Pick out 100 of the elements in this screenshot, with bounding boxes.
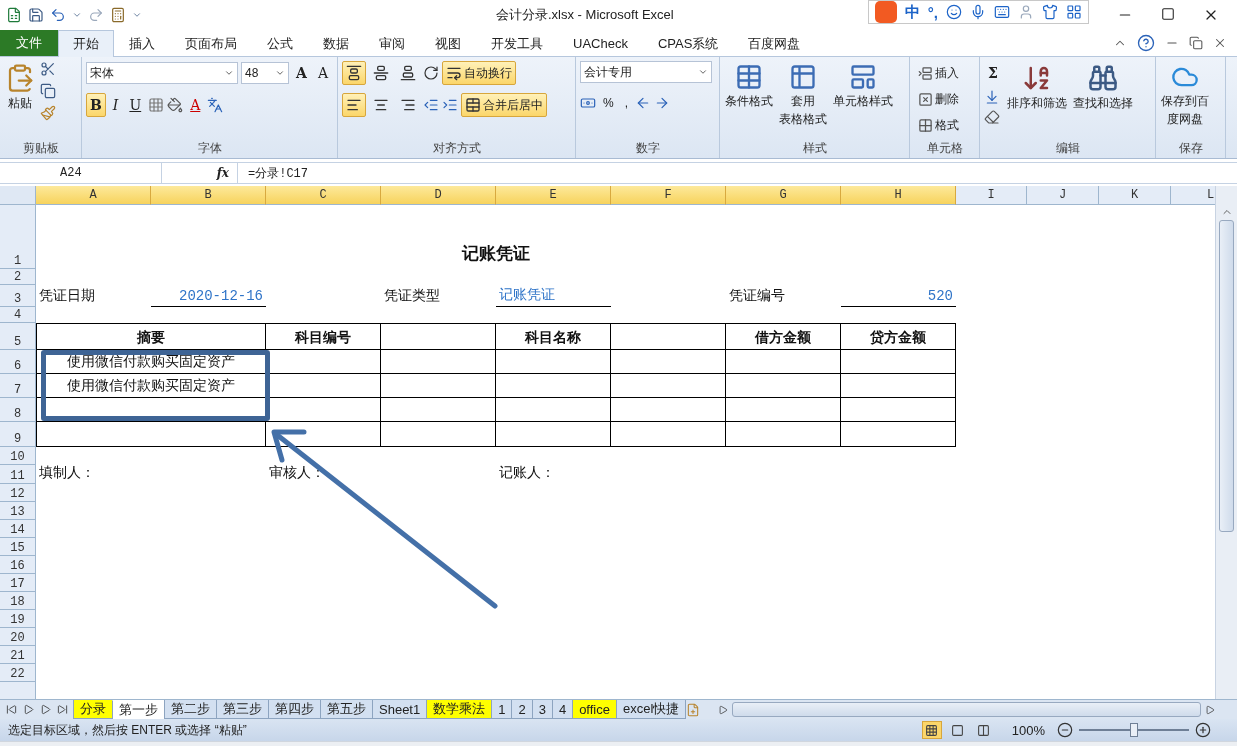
increase-decimal-icon[interactable] [635,95,651,111]
sheet-tab[interactable]: 2 [511,700,533,719]
merge-center-button[interactable]: 合并后居中 [461,93,547,117]
row-header[interactable]: 12 [0,484,36,502]
row-header[interactable]: 14 [0,520,36,538]
row-header[interactable]: 18 [0,592,36,610]
column-header[interactable]: H [841,186,956,205]
row-header[interactable]: 17 [0,574,36,592]
fill-icon[interactable] [984,89,1000,105]
phonetic-icon[interactable] [207,97,224,113]
language-toggle[interactable]: 中 [904,2,920,22]
ribbon-tab[interactable]: 开始 [58,30,114,57]
ribbon-tab[interactable]: 数据 [308,30,364,56]
grow-font-button[interactable]: A [292,61,311,85]
underline-button[interactable]: U [125,93,146,117]
zoom-out-icon[interactable] [1057,722,1073,738]
row-header[interactable]: 19 [0,610,36,628]
column-header[interactable]: C [266,186,381,205]
dropdown-icon[interactable] [72,10,82,20]
ribbon-tab[interactable]: 审阅 [364,30,420,56]
paste-button[interactable]: 粘贴 [4,61,36,113]
sheet-tab[interactable]: 数学乘法 [426,700,493,719]
help-icon[interactable] [1137,34,1155,52]
next-sheet-icon[interactable] [40,704,51,715]
find-select-button[interactable]: 查找和选择 [1071,61,1134,113]
row-header[interactable]: 4 [0,307,36,323]
column-header[interactable]: L [1171,186,1215,205]
autosum-button[interactable]: Σ [984,61,1002,85]
bold-button[interactable]: B [86,93,106,117]
row-header[interactable]: 6 [0,350,36,374]
dropdown-icon[interactable] [698,67,708,77]
row-header[interactable]: 16 [0,556,36,574]
sheet-tab[interactable]: 3 [531,700,553,719]
save-icon[interactable] [28,7,44,23]
cell-command-button[interactable]: 插入 [914,61,963,85]
first-sheet-icon[interactable] [6,704,17,715]
horizontal-align-button[interactable] [342,93,366,117]
smiley-icon[interactable] [945,4,962,20]
number-format-field[interactable]: 会计专用 [580,61,712,83]
row-header[interactable]: 9 [0,422,36,447]
grid-icon[interactable] [1065,4,1082,20]
ribbon-tab[interactable]: 插入 [114,30,170,56]
zoom-slider-thumb[interactable] [1130,723,1138,737]
column-header[interactable]: B [151,186,266,205]
italic-button[interactable]: I [108,93,123,117]
shrink-font-button[interactable]: A [313,61,332,85]
view-button[interactable] [921,721,942,739]
row-header[interactable]: 1 [0,205,36,269]
vertical-align-button[interactable] [342,61,366,85]
row-header[interactable]: 20 [0,628,36,646]
column-header[interactable]: D [381,186,496,205]
row-header[interactable]: 22 [0,664,36,682]
sheet-tab[interactable]: 第一步 [112,699,165,720]
sheet-tab[interactable]: 分录 [73,700,113,719]
style-button[interactable]: 单元格样式 [832,61,894,111]
cell-command-button[interactable]: 删除 [914,87,963,111]
sheet-tab[interactable]: 1 [491,700,513,719]
copy-icon[interactable] [40,83,56,99]
style-button[interactable]: 条件格式 [724,61,774,111]
column-header[interactable]: E [496,186,611,205]
ribbon-tab[interactable]: 视图 [420,30,476,56]
horizontal-scroll-thumb[interactable] [732,702,1201,717]
fill-color-icon[interactable] [167,97,184,113]
row-header[interactable]: 5 [0,323,36,350]
sheet-tab[interactable]: excel快捷 [616,700,687,719]
sheet-tab[interactable]: 第五步 [320,700,373,719]
undo-icon[interactable] [50,7,66,23]
keyboard-icon[interactable] [993,4,1010,20]
cut-icon[interactable] [40,61,56,77]
restore-icon[interactable] [1189,36,1203,50]
row-header[interactable]: 11 [0,465,36,484]
comma-button[interactable]: , [620,91,632,115]
font-size-field[interactable]: 48 [241,62,289,84]
clear-icon[interactable] [984,109,1000,125]
name-box[interactable]: A24 [0,163,162,183]
zoom-in-icon[interactable] [1195,722,1211,738]
sheet-tab[interactable]: 第三步 [216,700,269,719]
row-header[interactable]: 15 [0,538,36,556]
vertical-scrollbar[interactable] [1215,186,1237,699]
column-header[interactable]: F [611,186,726,205]
decrease-decimal-icon[interactable] [654,95,670,111]
shirt-icon[interactable] [1041,4,1058,20]
file-tab[interactable]: 文件 [0,30,58,56]
dropdown-icon[interactable] [275,68,285,78]
row-header[interactable]: 10 [0,447,36,465]
row-header[interactable]: 8 [0,398,36,422]
orientation-icon[interactable] [423,65,439,81]
row-header[interactable]: 21 [0,646,36,664]
scroll-thumb[interactable] [1219,220,1234,532]
currency-icon[interactable] [580,95,596,111]
sheet-tab[interactable]: 第二步 [164,700,217,719]
column-header[interactable]: K [1099,186,1171,205]
punctuation-toggle[interactable]: °, [927,3,938,21]
decrease-indent-icon[interactable] [423,97,439,113]
format-painter-icon[interactable] [40,105,56,121]
ribbon-tab[interactable]: 公式 [252,30,308,56]
sheet-tab[interactable]: Sheet1 [372,700,428,719]
column-header[interactable]: A [36,186,151,205]
sort-filter-button[interactable]: 排序和筛选 [1005,61,1068,113]
column-header[interactable]: G [726,186,841,205]
